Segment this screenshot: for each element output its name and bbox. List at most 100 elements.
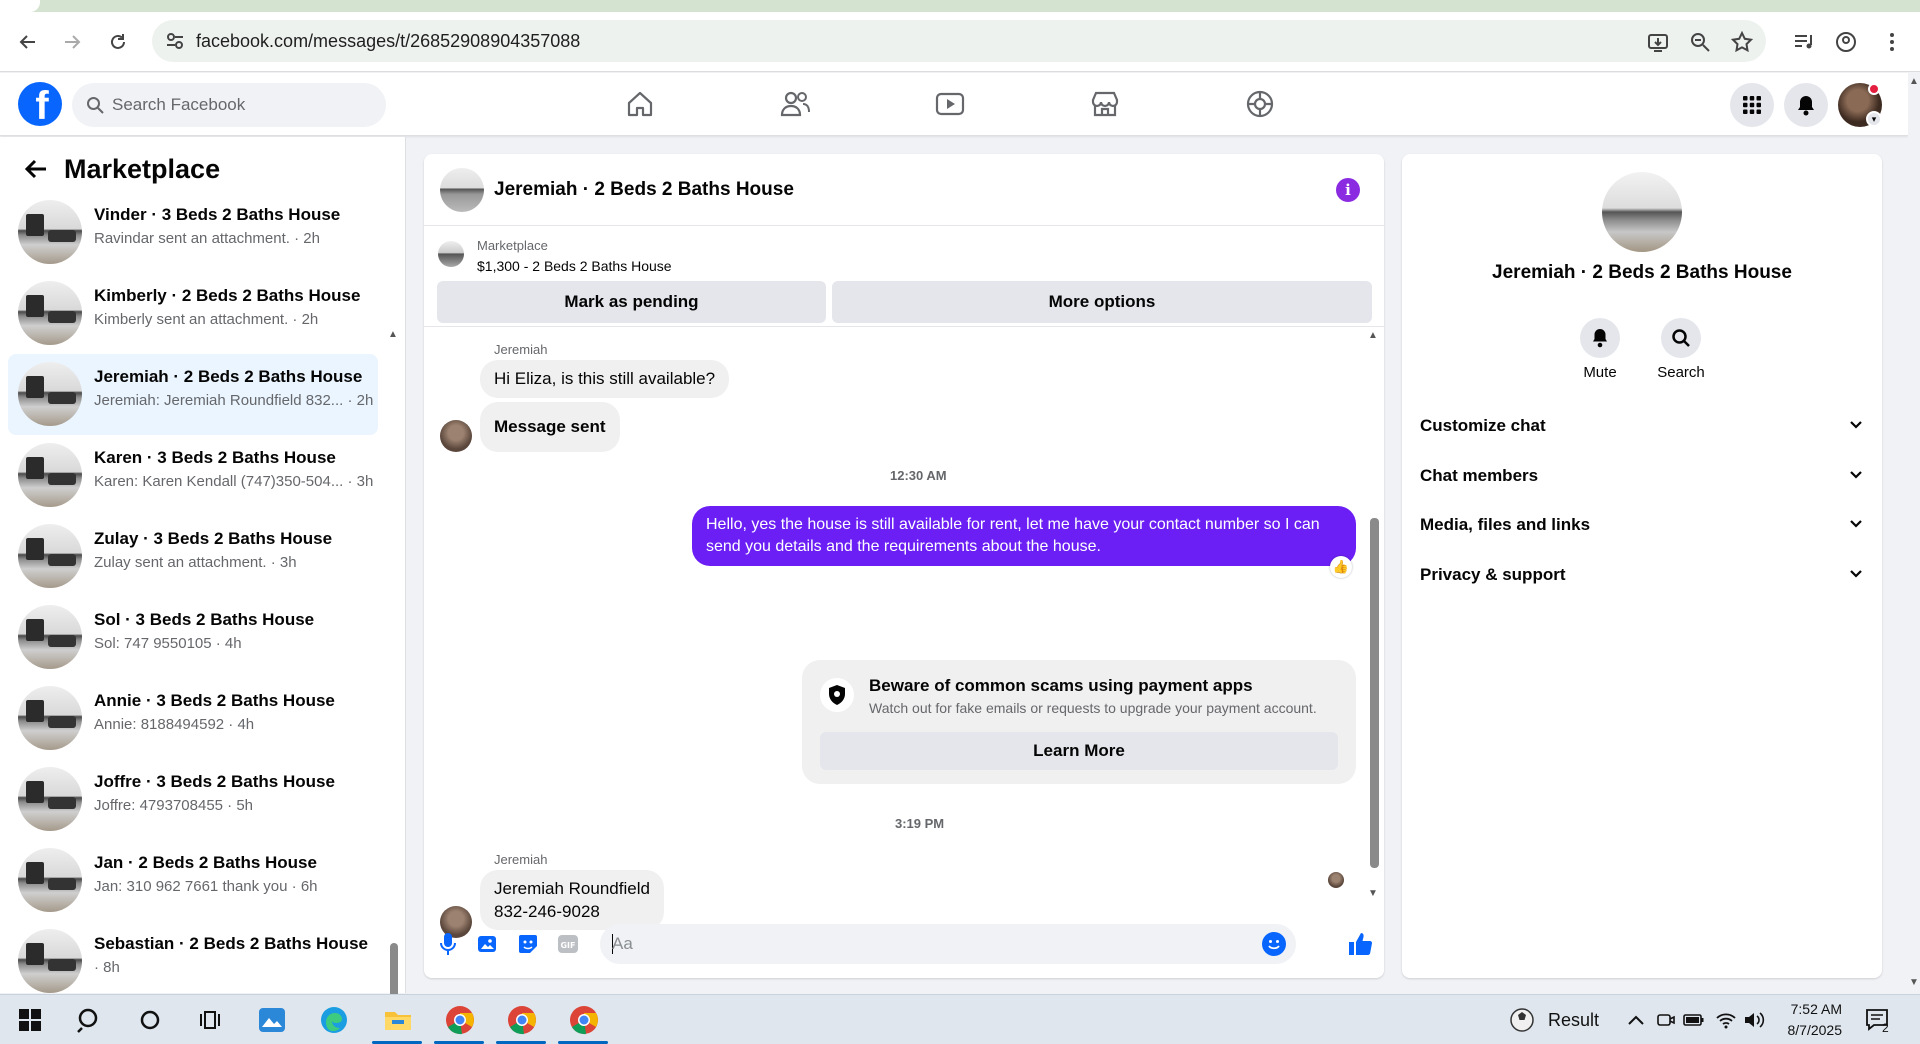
list-item[interactable]: Sol · 3 Beds 2 Baths House Sol: 747 9550… <box>8 597 378 678</box>
thumbs-up-reaction-icon[interactable]: 👍 <box>1330 556 1352 578</box>
outgoing-message[interactable]: Hello, yes the house is still available … <box>692 506 1356 566</box>
menu-grid-icon[interactable] <box>1730 83 1774 127</box>
info-icon[interactable]: i <box>1336 178 1360 202</box>
chevron-up-icon[interactable] <box>1620 1004 1652 1036</box>
emoji-icon[interactable] <box>1262 932 1286 956</box>
list-item[interactable]: Vinder · 3 Beds 2 Baths House Ravindar s… <box>8 192 378 273</box>
file-explorer-icon[interactable] <box>382 1004 414 1036</box>
listing-thumbnail <box>18 281 82 345</box>
chrome-profile-icon[interactable] <box>568 1004 600 1036</box>
url-text[interactable]: facebook.com/messages/t/2685290890435708… <box>196 31 580 52</box>
mute-button[interactable]: Mute <box>1560 318 1640 381</box>
scroll-down-arrow-icon[interactable]: ▼ <box>1368 888 1378 899</box>
marketplace-icon[interactable] <box>1088 87 1122 121</box>
notification-center-icon[interactable] <box>1862 1004 1894 1036</box>
chat-header: Jeremiah · 2 Beds 2 Baths House i <box>424 154 1384 226</box>
listing-photo[interactable] <box>1602 172 1682 252</box>
more-options-button[interactable]: More options <box>832 281 1372 323</box>
chrome-icon[interactable] <box>444 1004 476 1036</box>
listing-thumbnail <box>438 241 464 267</box>
edge-icon[interactable] <box>318 1004 350 1036</box>
search-in-chat-button[interactable]: Search <box>1641 318 1721 381</box>
chat-members-section[interactable]: Chat members <box>1420 456 1864 496</box>
section-label: Privacy & support <box>1420 565 1566 584</box>
page-scrollbar[interactable]: ▲ ▼ <box>1908 73 1920 993</box>
scam-warning-title: Beware of common scams using payment app… <box>869 676 1253 695</box>
scrollbar-thumb[interactable] <box>1370 518 1379 868</box>
browser-tab-strip <box>0 0 1920 12</box>
gif-icon[interactable]: GIF <box>556 932 580 956</box>
listing-thumbnail <box>18 686 82 750</box>
bookmark-star-icon[interactable] <box>1730 30 1754 54</box>
conversation-name: Jeremiah · 2 Beds 2 Baths House <box>94 367 363 386</box>
windows-start-icon[interactable] <box>14 1004 46 1036</box>
scroll-down-arrow-icon[interactable]: ▼ <box>1909 977 1919 988</box>
chat-panel: Jeremiah · 2 Beds 2 Baths House i Market… <box>424 154 1384 978</box>
list-item-active[interactable]: Jeremiah · 2 Beds 2 Baths House Jeremiah… <box>8 354 378 435</box>
media-files-links-section[interactable]: Media, files and links <box>1420 505 1864 545</box>
cortana-icon[interactable] <box>134 1004 166 1036</box>
chevron-down-icon[interactable]: ▾ <box>1866 111 1882 127</box>
profile-icon[interactable] <box>1834 30 1858 54</box>
photos-app-icon[interactable] <box>256 1004 288 1036</box>
conversation-name: Joffre · 3 Beds 2 Baths House <box>94 772 335 791</box>
battery-icon[interactable] <box>1678 1004 1710 1036</box>
chat-scrollbar[interactable]: ▲ ▼ <box>1366 328 1382 904</box>
incoming-message[interactable]: Hi Eliza, is this still available? <box>480 360 730 398</box>
incoming-message[interactable]: Message sent <box>480 402 620 452</box>
forward-icon[interactable] <box>58 28 86 56</box>
learn-more-button[interactable]: Learn More <box>820 732 1338 770</box>
conversation-name: Kimberly · 2 Beds 2 Baths House <box>94 286 361 305</box>
site-settings-icon[interactable] <box>164 30 186 52</box>
back-icon[interactable] <box>14 28 42 56</box>
sidebar-scrollbar[interactable]: ▲ ▼ <box>388 197 400 1044</box>
list-item[interactable]: Zulay · 3 Beds 2 Baths House Zulay sent … <box>8 516 378 597</box>
system-clock[interactable]: 7:52 AM 8/7/2025 <box>1780 999 1843 1041</box>
thumbs-up-icon[interactable] <box>1346 930 1374 958</box>
scroll-up-arrow-icon[interactable]: ▲ <box>388 329 398 340</box>
taskbar-search-icon[interactable] <box>74 1004 106 1036</box>
sticker-icon[interactable] <box>516 932 540 956</box>
weather-icon[interactable] <box>1506 1004 1538 1036</box>
list-item[interactable]: Jan · 2 Beds 2 Baths House Jan: 310 962 … <box>8 840 378 921</box>
media-control-icon[interactable] <box>1792 30 1816 54</box>
gaming-icon[interactable] <box>1243 87 1277 121</box>
sender-avatar[interactable] <box>440 420 472 452</box>
listing-price[interactable]: $1,300 - 2 Beds 2 Baths House <box>477 258 672 274</box>
microphone-icon[interactable] <box>436 932 460 956</box>
chat-thumbnail[interactable] <box>440 168 484 212</box>
list-item[interactable]: Karen · 3 Beds 2 Baths House Karen: Kare… <box>8 435 378 516</box>
zoom-icon[interactable] <box>1688 30 1712 54</box>
home-icon[interactable] <box>623 87 657 121</box>
video-icon[interactable] <box>933 87 967 121</box>
list-item[interactable]: Annie · 3 Beds 2 Baths House Annie: 8188… <box>8 678 378 759</box>
list-item[interactable]: Kimberly · 2 Beds 2 Baths House Kimberly… <box>8 273 378 354</box>
sender-name: Jeremiah <box>494 852 548 867</box>
photo-icon[interactable] <box>476 932 500 956</box>
customize-chat-section[interactable]: Customize chat <box>1420 406 1864 446</box>
browser-menu-icon[interactable] <box>1880 30 1904 54</box>
scroll-up-arrow-icon[interactable]: ▲ <box>1909 76 1919 87</box>
privacy-support-section[interactable]: Privacy & support <box>1420 555 1864 595</box>
scroll-up-arrow-icon[interactable]: ▲ <box>1368 330 1378 341</box>
list-item[interactable]: Sebastian · 2 Beds 2 Baths House · 8h <box>8 921 378 1002</box>
back-arrow-icon[interactable] <box>22 155 50 183</box>
search-input[interactable]: Search Facebook <box>72 83 386 127</box>
reload-icon[interactable] <box>104 28 132 56</box>
task-view-icon[interactable] <box>194 1004 226 1036</box>
conversation-preview: Zulay sent an attachment. · 3h <box>94 554 297 571</box>
chat-title[interactable]: Jeremiah · 2 Beds 2 Baths House <box>494 179 794 201</box>
notifications-bell-icon[interactable] <box>1784 83 1828 127</box>
volume-icon[interactable] <box>1738 1004 1770 1036</box>
address-bar[interactable]: facebook.com/messages/t/2685290890435708… <box>152 20 1766 62</box>
facebook-logo-icon[interactable]: f <box>18 82 62 126</box>
message-input[interactable]: Aa <box>600 924 1296 964</box>
conversation-preview: Jan: 310 962 7661 thank you · 6h <box>94 878 318 895</box>
weather-label[interactable]: Result <box>1548 1010 1599 1031</box>
chrome-profile-icon[interactable] <box>506 1004 538 1036</box>
friends-icon[interactable] <box>778 87 812 121</box>
listing-thumbnail <box>18 605 82 669</box>
mark-as-pending-button[interactable]: Mark as pending <box>437 281 826 323</box>
install-app-icon[interactable] <box>1646 30 1670 54</box>
list-item[interactable]: Joffre · 3 Beds 2 Baths House Joffre: 47… <box>8 759 378 840</box>
